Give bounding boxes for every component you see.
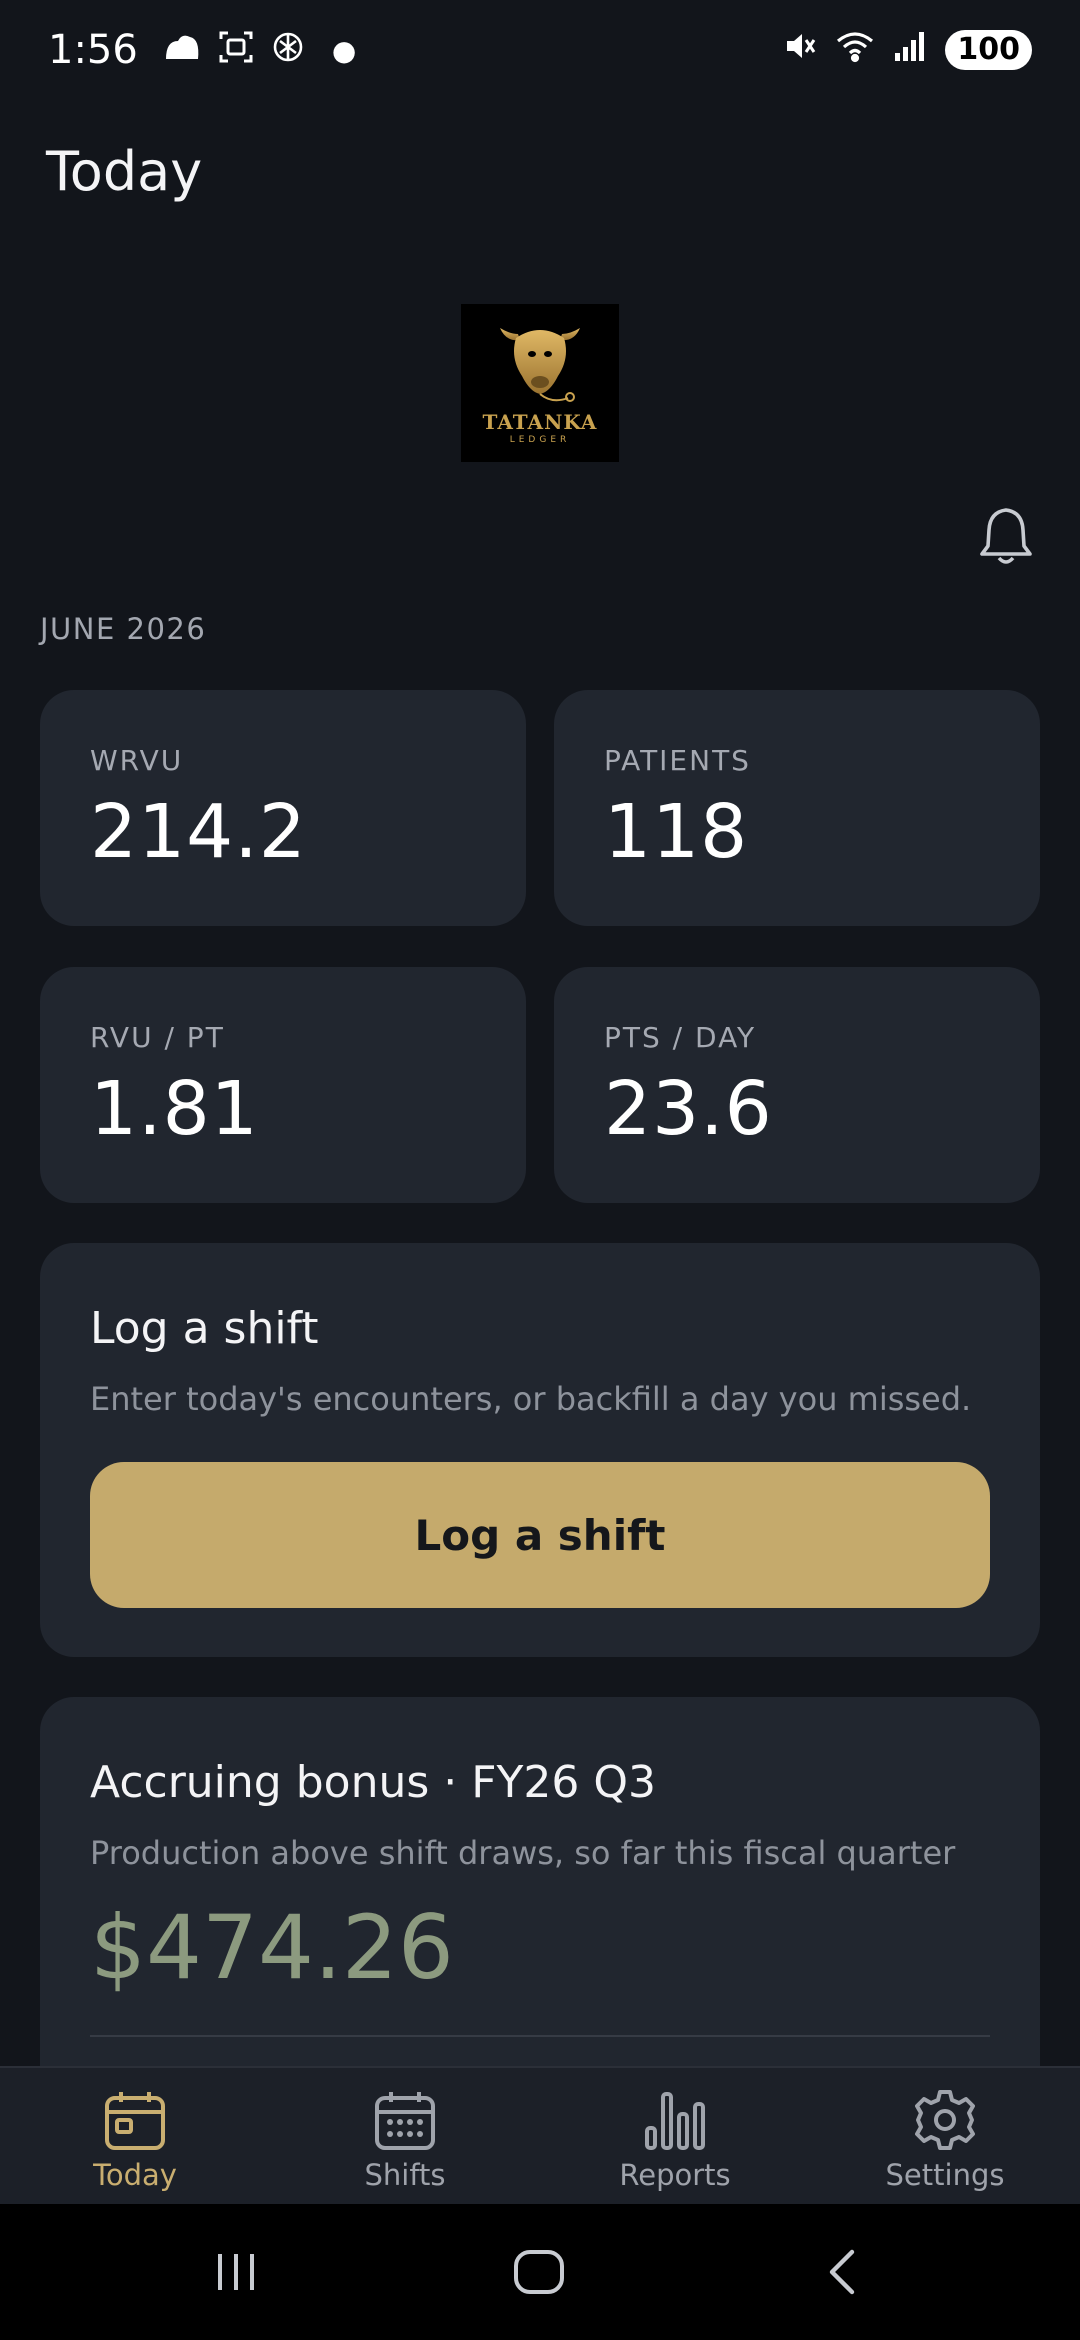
- status-bar: 1:56 ● 100: [0, 0, 1080, 100]
- app-logo: TATANKA LEDGER: [461, 304, 619, 462]
- stat-card-wrvu: WRVU 214.2: [40, 690, 526, 926]
- back-icon: [829, 2249, 855, 2295]
- bottom-nav: Today Shifts Reports Settings: [0, 2066, 1080, 2204]
- status-left: 1:56 ●: [48, 27, 356, 73]
- recents-button[interactable]: [212, 2248, 260, 2300]
- signal-icon: [893, 28, 927, 72]
- openai-icon: [270, 29, 306, 72]
- status-time: 1:56: [48, 27, 138, 73]
- stat-value: 1.81: [90, 1066, 259, 1152]
- nav-label: Shifts: [364, 2158, 446, 2192]
- nav-label: Today: [93, 2158, 177, 2192]
- stat-label: RVU / PT: [90, 1021, 225, 1054]
- stat-label: WRVU: [90, 744, 184, 777]
- nav-item-shifts[interactable]: Shifts: [270, 2068, 540, 2204]
- back-button[interactable]: [822, 2248, 862, 2300]
- page-title: Today: [46, 140, 203, 203]
- calendar-icon: [105, 2092, 165, 2150]
- home-button[interactable]: [512, 2248, 566, 2300]
- stat-value: 118: [604, 789, 749, 875]
- stat-card-pts-per-day: PTS / DAY 23.6: [554, 967, 1040, 1203]
- battery-indicator: 100: [945, 30, 1032, 70]
- status-right: 100: [783, 28, 1032, 72]
- log-shift-button[interactable]: Log a shift: [90, 1462, 990, 1608]
- nav-item-today[interactable]: Today: [0, 2068, 270, 2204]
- bonus-subtitle: Production above shift draws, so far thi…: [90, 1834, 956, 1872]
- screenshot-icon: [218, 29, 254, 72]
- nav-item-reports[interactable]: Reports: [540, 2068, 810, 2204]
- logo-name: TATANKA: [482, 410, 598, 434]
- period-label: JUNE 2026: [40, 612, 207, 646]
- nav-item-settings[interactable]: Settings: [810, 2068, 1080, 2204]
- bell-icon: [980, 508, 1032, 564]
- stat-card-rvu-per-pt: RVU / PT 1.81: [40, 967, 526, 1203]
- bar-chart-icon: [645, 2092, 705, 2150]
- bonus-amount: $474.26: [90, 1896, 454, 1999]
- log-shift-title: Log a shift: [90, 1303, 319, 1354]
- recents-icon: [218, 2254, 254, 2290]
- cloud-icon: [162, 31, 202, 70]
- notification-dot: ●: [331, 33, 357, 67]
- home-icon: [514, 2250, 564, 2294]
- bison-icon: [500, 328, 580, 402]
- notifications-button[interactable]: [976, 504, 1036, 568]
- divider: [90, 2035, 990, 2037]
- bonus-panel: Accruing bonus · FY26 Q3 Production abov…: [40, 1697, 1040, 2117]
- nav-label: Settings: [885, 2158, 1005, 2192]
- wifi-icon: [835, 28, 875, 72]
- log-shift-subtitle: Enter today's encounters, or backfill a …: [90, 1380, 972, 1418]
- stat-value: 23.6: [604, 1066, 773, 1152]
- system-nav-bar: [0, 2204, 1080, 2340]
- stat-card-patients: PATIENTS 118: [554, 690, 1040, 926]
- stat-label: PATIENTS: [604, 744, 751, 777]
- stat-value: 214.2: [90, 789, 307, 875]
- logo-subtitle: LEDGER: [509, 435, 571, 445]
- calendar-grid-icon: [375, 2092, 435, 2150]
- gear-icon: [915, 2090, 975, 2150]
- log-shift-panel: Log a shift Enter today's encounters, or…: [40, 1243, 1040, 1657]
- mute-icon: [783, 28, 817, 72]
- nav-label: Reports: [619, 2158, 731, 2192]
- bonus-title: Accruing bonus · FY26 Q3: [90, 1757, 657, 1808]
- stat-label: PTS / DAY: [604, 1021, 757, 1054]
